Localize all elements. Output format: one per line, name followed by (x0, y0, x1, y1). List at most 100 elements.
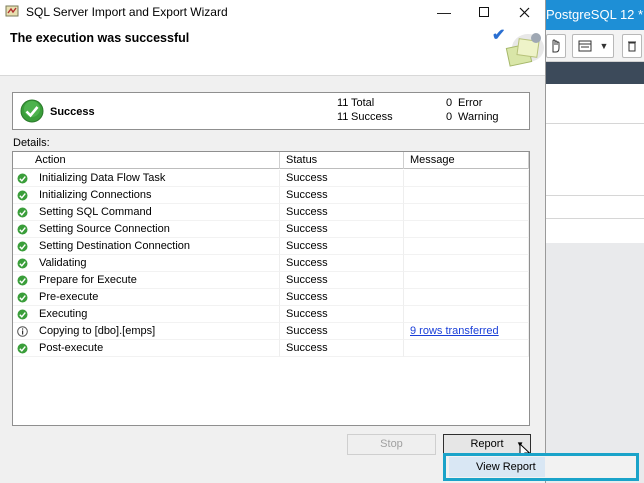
message-link[interactable]: 9 rows transferred (410, 325, 499, 337)
total-label: Total (351, 97, 375, 109)
minimize-button[interactable]: — (424, 0, 464, 24)
success-icon (17, 224, 28, 235)
chevron-down-icon: ▼ (599, 41, 609, 51)
close-icon (519, 7, 529, 17)
cell-message (404, 340, 529, 357)
table-row[interactable]: Setting SQL Command Success (13, 204, 529, 221)
error-label: Error (458, 97, 483, 109)
wizard-banner-icon (505, 33, 544, 67)
maximize-icon (479, 7, 489, 17)
cell-message (404, 187, 529, 204)
background-app-titlebar: PostgreSQL 12 * (546, 0, 644, 30)
table-row[interactable]: Pre-execute Success (13, 289, 529, 306)
cell-status: Success (280, 221, 404, 238)
cell-message (404, 170, 529, 187)
cell-message (404, 289, 529, 306)
success-icon (17, 207, 28, 218)
cell-message: 9 rows transferred (404, 323, 529, 340)
table-row[interactable]: Initializing Data Flow Task Success (13, 170, 529, 187)
success-label: Success (351, 111, 393, 123)
cell-action: Post-execute (13, 340, 280, 357)
cell-status: Success (280, 306, 404, 323)
stop-button[interactable]: Stop (347, 434, 436, 455)
maximize-button[interactable] (464, 0, 504, 24)
hand-icon[interactable] (546, 34, 566, 58)
background-app-toolbar: ▼ (546, 30, 644, 62)
success-count: 11 (337, 111, 349, 123)
info-icon (17, 326, 28, 337)
cell-action: Setting Destination Connection (13, 238, 280, 255)
view-report-menu-item[interactable]: View Report (449, 457, 545, 477)
success-icon (17, 309, 28, 320)
cell-status: Success (280, 272, 404, 289)
table-row[interactable]: Executing Success (13, 306, 529, 323)
table-header: Action Status Message (13, 152, 529, 169)
cell-message (404, 221, 529, 238)
cell-message (404, 255, 529, 272)
cell-status: Success (280, 170, 404, 187)
details-table: Action Status Message Initializing Data … (12, 151, 530, 426)
table-row[interactable]: Setting Destination Connection Success (13, 238, 529, 255)
cell-status: Success (280, 323, 404, 340)
cell-status: Success (280, 255, 404, 272)
divider (546, 123, 644, 124)
table-row[interactable]: Post-execute Success (13, 340, 529, 357)
success-icon (17, 173, 28, 184)
divider (546, 195, 644, 196)
background-app-panel (546, 243, 644, 483)
sql-server-app-icon (5, 5, 19, 17)
cell-action: Initializing Connections (13, 187, 280, 204)
warning-label: Warning (458, 111, 499, 123)
success-icon (17, 190, 28, 201)
success-icon (17, 258, 28, 269)
success-icon (17, 343, 28, 354)
column-header-message[interactable]: Message (404, 152, 529, 169)
total-count: 11 (337, 97, 349, 109)
table-row[interactable]: Initializing Connections Success (13, 187, 529, 204)
query-options-button[interactable]: ▼ (572, 34, 614, 58)
success-icon (17, 275, 28, 286)
details-label: Details: (13, 137, 50, 149)
cell-message (404, 306, 529, 323)
report-button-label: Report (470, 438, 504, 450)
table-row[interactable]: Prepare for Execute Success (13, 272, 529, 289)
cell-action: Validating (13, 255, 280, 272)
wizard-header: The execution was successful ✔ (0, 24, 545, 76)
cell-message (404, 272, 529, 289)
background-app-tabbar (546, 62, 644, 84)
background-app-title: PostgreSQL 12 * (546, 7, 644, 22)
cell-status: Success (280, 204, 404, 221)
report-dropdown-menu: View Report (443, 453, 639, 481)
window-titlebar: SQL Server Import and Export Wizard — (0, 0, 545, 24)
success-icon (17, 292, 28, 303)
summary-status: Success (50, 106, 95, 118)
success-icon (17, 241, 28, 252)
table-icon (578, 40, 592, 52)
cell-status: Success (280, 238, 404, 255)
column-header-action[interactable]: Action (13, 152, 280, 169)
cell-message (404, 204, 529, 221)
cell-action: Initializing Data Flow Task (13, 170, 280, 187)
cell-action: Setting Source Connection (13, 221, 280, 238)
success-icon (20, 99, 44, 123)
divider (546, 218, 644, 219)
cell-status: Success (280, 289, 404, 306)
cell-message (404, 238, 529, 255)
delete-icon[interactable] (622, 34, 642, 58)
close-button[interactable] (504, 0, 544, 24)
table-row[interactable]: Validating Success (13, 255, 529, 272)
background-app-window: PostgreSQL 12 * ▼ (545, 0, 644, 483)
cell-action: Executing (13, 306, 280, 323)
table-row[interactable]: Copying to [dbo].[emps] Success 9 rows tra… (13, 323, 529, 340)
table-row[interactable]: Setting Source Connection Success (13, 221, 529, 238)
minimize-icon: — (437, 4, 451, 20)
cell-status: Success (280, 187, 404, 204)
window-title: SQL Server Import and Export Wizard (26, 5, 228, 19)
cell-action: Pre-execute (13, 289, 280, 306)
page-title: The execution was successful (10, 31, 190, 45)
warning-count: 0 (446, 111, 453, 123)
column-header-status[interactable]: Status (280, 152, 404, 169)
report-button[interactable]: Report ▼ (443, 434, 531, 455)
cell-action: Prepare for Execute (13, 272, 280, 289)
import-export-wizard-dialog: SQL Server Import and Export Wizard — Th… (0, 0, 546, 483)
